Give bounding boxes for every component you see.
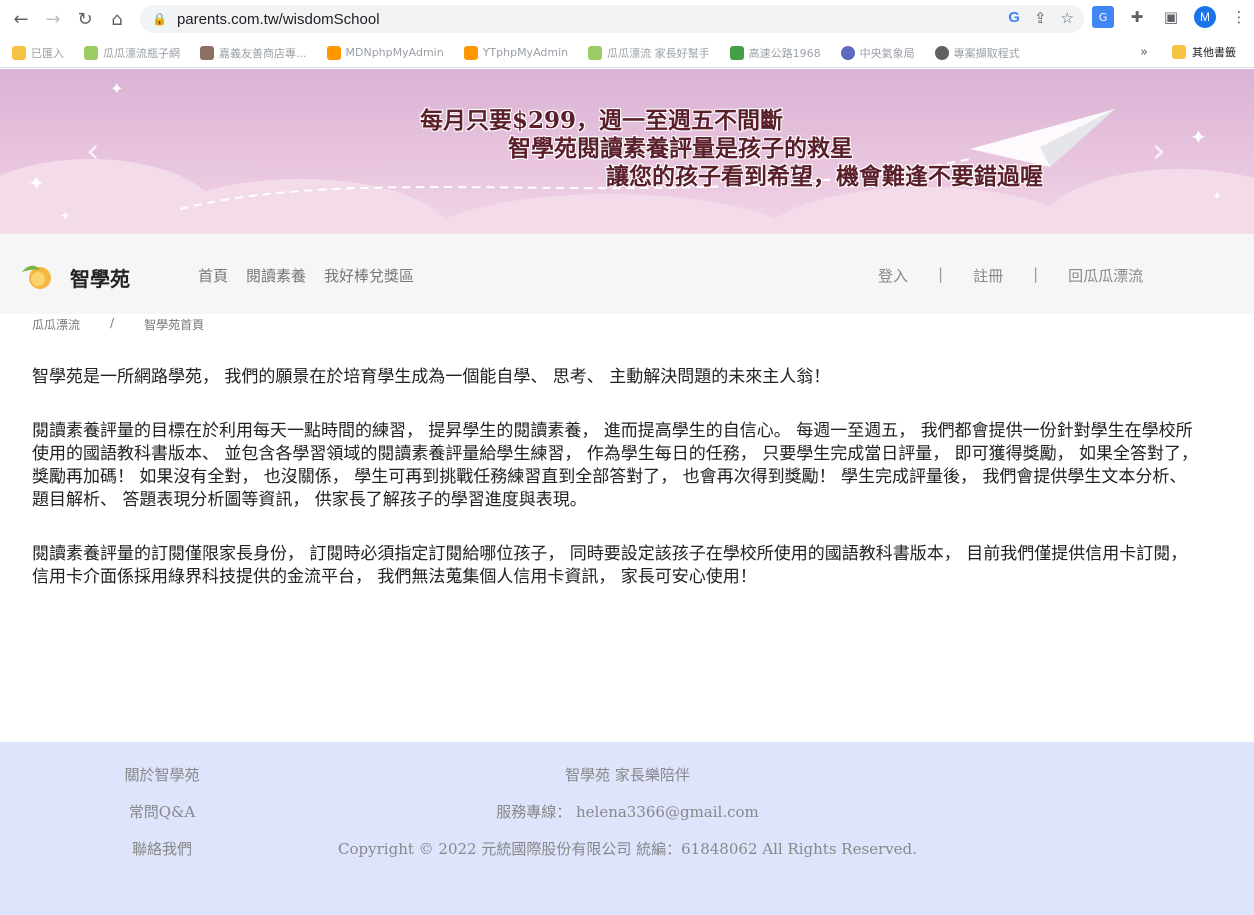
- intro-paragraph: 閱讀素養評量的訂閱僅限家長身份， 訂閱時必須指定訂閱給哪位孩子， 同時要設定該孩…: [32, 544, 1188, 587]
- intro-paragraph: 閱讀素養評量的目標在於利用每天一點時間的練習， 提昇學生的閱讀素養， 進而提高學…: [32, 421, 1199, 510]
- site-favicon-icon: [729, 45, 744, 60]
- bookmark-item[interactable]: 瓜瓜漂流瓶子網: [84, 45, 180, 61]
- star-icon: ✦: [60, 209, 71, 223]
- auth-nav: 登入 | 註冊 | 回瓜瓜漂流: [878, 265, 1143, 286]
- breadcrumb-home[interactable]: 瓜瓜漂流: [32, 316, 80, 333]
- bookmark-item[interactable]: 高速公路1968: [729, 45, 821, 61]
- other-bookmarks-folder[interactable]: 其他書籤: [1172, 44, 1236, 60]
- banner-line: 智學苑閱讀素養評量是孩子的救星: [508, 135, 853, 162]
- site-favicon-icon: [200, 45, 214, 60]
- reload-icon[interactable]: ↻: [72, 6, 98, 32]
- register-link[interactable]: 註冊: [973, 265, 1003, 286]
- bookmark-item[interactable]: MDNphpMyAdmin: [326, 45, 444, 60]
- home-icon[interactable]: ⌂: [104, 6, 130, 32]
- site-header: 智學苑 首頁 閱讀素養 我好棒兌獎區 登入 | 註冊 | 回瓜瓜漂流: [0, 234, 1254, 314]
- nav-item-rewards[interactable]: 我好棒兌獎區: [324, 265, 414, 286]
- bookmark-star-icon[interactable]: ☆: [1061, 9, 1074, 27]
- intro-content: 智學苑是一所網路學苑， 我們的願景在於培育學生成為一個能自學、 思考、 主動解決…: [32, 366, 1202, 620]
- site-name[interactable]: 智學苑: [70, 263, 130, 292]
- forward-arrow-icon[interactable]: →: [40, 6, 66, 32]
- share-icon[interactable]: ⇪: [1034, 9, 1047, 27]
- site-favicon-icon: [840, 45, 855, 60]
- globe-icon: [934, 45, 949, 60]
- bookmark-item[interactable]: 專案擷取程式: [934, 45, 1020, 61]
- site-favicon-icon: [84, 45, 98, 60]
- breadcrumb-current: 智學苑首頁: [144, 318, 205, 332]
- footer-slogan: 智學苑 家長樂陪伴: [565, 766, 690, 784]
- nav-item-reading[interactable]: 閱讀素養: [246, 265, 306, 286]
- back-arrow-icon[interactable]: ←: [8, 6, 34, 32]
- folder-icon: [12, 45, 26, 60]
- carousel-prev-icon[interactable]: ‹: [86, 131, 100, 171]
- phpmyadmin-icon: [463, 45, 478, 60]
- translate-icon[interactable]: G: [1092, 6, 1114, 28]
- bookmark-item[interactable]: 瓜瓜漂流 家長好幫手: [588, 45, 710, 61]
- browser-toolbar: ← → ↻ ⌂ 🔒 parents.com.tw/wisdomSchool G …: [0, 0, 1254, 38]
- site-favicon-icon: [588, 45, 603, 60]
- folder-icon: [1172, 45, 1186, 59]
- google-icon[interactable]: G: [1008, 9, 1020, 27]
- footer-service: 服務專線： helena3366@gmail.com: [496, 803, 759, 821]
- banner-headline: 每月只要$299，週一至週五不間斷 智學苑閱讀素養評量是孩子的救星 讓您的孩子看…: [420, 107, 1120, 191]
- menu-dots-icon[interactable]: ⋮: [1228, 6, 1250, 28]
- bookmarks-bar: 已匯入 瓜瓜漂流瓶子網 嘉義友善商店專... MDNphpMyAdmin YTp…: [0, 38, 1254, 68]
- main-nav: 首頁 閱讀素養 我好棒兌獎區: [198, 265, 414, 286]
- login-link[interactable]: 登入: [878, 265, 908, 286]
- extensions-puzzle-icon[interactable]: ✚: [1126, 6, 1148, 28]
- footer-link-about[interactable]: 關於智學苑: [102, 764, 222, 801]
- footer-copyright: Copyright © 2022 元統國際股份有限公司 統編：61848062 …: [338, 840, 917, 858]
- star-icon: ✦: [1212, 189, 1223, 203]
- lock-icon[interactable]: 🔒: [152, 12, 167, 26]
- banner-line: 每月只要$299，週一至週五不間斷: [420, 107, 784, 134]
- footer-links: 關於智學苑 常問Q&A 聯絡我們: [102, 764, 222, 875]
- footer-link-contact[interactable]: 聯絡我們: [102, 838, 222, 875]
- breadcrumb: 瓜瓜漂流 / 智學苑首頁: [32, 316, 204, 333]
- bookmark-item[interactable]: 中央氣象局: [840, 45, 915, 61]
- address-bar[interactable]: 🔒 parents.com.tw/wisdomSchool G ⇪ ☆: [140, 5, 1084, 33]
- phpmyadmin-icon: [326, 45, 341, 60]
- profile-avatar[interactable]: M: [1194, 6, 1216, 28]
- star-icon: ✦: [110, 79, 124, 98]
- nav-item-home[interactable]: 首頁: [198, 265, 228, 286]
- bookmark-item[interactable]: 已匯入: [12, 45, 64, 61]
- side-panel-icon[interactable]: ▣: [1160, 6, 1182, 28]
- banner-line: 讓您的孩子看到希望，機會難逢不要錯過喔: [606, 163, 1043, 190]
- nav-separator: |: [938, 265, 944, 283]
- carousel-next-icon[interactable]: ›: [1152, 131, 1166, 171]
- site-footer: 關於智學苑 常問Q&A 聯絡我們 智學苑 家長樂陪伴 服務專線： helena3…: [0, 742, 1254, 915]
- bookmarks-overflow-button[interactable]: »: [1140, 45, 1148, 60]
- back-to-main-site-link[interactable]: 回瓜瓜漂流: [1068, 265, 1143, 286]
- url-text: parents.com.tw/wisdomSchool: [176, 10, 380, 28]
- intro-paragraph: 智學苑是一所網路學苑， 我們的願景在於培育學生成為一個能自學、 思考、 主動解決…: [32, 367, 831, 387]
- bookmark-item[interactable]: 嘉義友善商店專...: [200, 45, 307, 61]
- footer-link-faq[interactable]: 常問Q&A: [102, 801, 222, 838]
- logo-icon[interactable]: [20, 260, 54, 290]
- bookmark-item[interactable]: YTphpMyAdmin: [463, 45, 568, 60]
- star-icon: ✦: [1190, 125, 1207, 149]
- footer-info: 智學苑 家長樂陪伴 服務專線： helena3366@gmail.com Cop…: [330, 764, 925, 860]
- star-icon: ✦: [28, 171, 45, 195]
- promo-banner[interactable]: ✦ ✦ ✦ ✦ ✦ 每月只要$299，週一至週五不間斷 智學苑閱讀素養評量是孩子…: [0, 69, 1254, 234]
- breadcrumb-separator: /: [110, 316, 115, 330]
- nav-separator: |: [1033, 265, 1039, 283]
